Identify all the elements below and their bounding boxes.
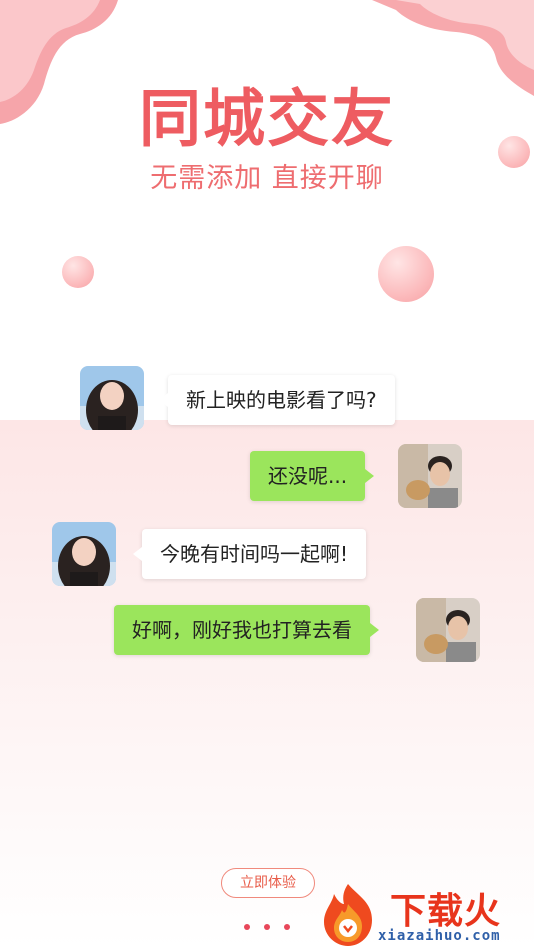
female-avatar-image <box>52 522 116 586</box>
chat-message-outgoing: 好啊，刚好我也打算去看 <box>114 605 379 655</box>
chat-message-incoming: 今晚有时间吗一起啊! <box>132 529 367 579</box>
watermark-url: xiazaihuo.com <box>378 928 501 944</box>
page-title: 同城交友 <box>138 82 395 155</box>
male-avatar <box>398 444 462 508</box>
watermark: 下载火 xiazaihuo.com <box>316 880 534 948</box>
page-dot[interactable] <box>264 924 270 930</box>
male-avatar <box>416 598 480 662</box>
page-subtitle: 无需添加 直接开聊 <box>150 163 384 194</box>
page-dot[interactable] <box>244 924 250 930</box>
chat-message-incoming: 新上映的电影看了吗? <box>159 375 395 425</box>
decorative-circle <box>62 256 94 288</box>
try-now-button[interactable]: 立即体验 <box>221 868 315 898</box>
male-avatar-image <box>398 444 462 508</box>
male-avatar-image <box>416 598 480 662</box>
female-avatar <box>52 522 116 586</box>
chat-message-outgoing: 还没呢... <box>250 451 375 501</box>
female-avatar <box>80 366 144 430</box>
page-indicator <box>240 924 296 932</box>
decorative-circle <box>378 246 434 302</box>
female-avatar-image <box>80 366 144 430</box>
watermark-brand: 下载火 <box>390 891 502 932</box>
page-dot[interactable] <box>284 924 290 930</box>
flame-logo-icon <box>324 884 372 946</box>
